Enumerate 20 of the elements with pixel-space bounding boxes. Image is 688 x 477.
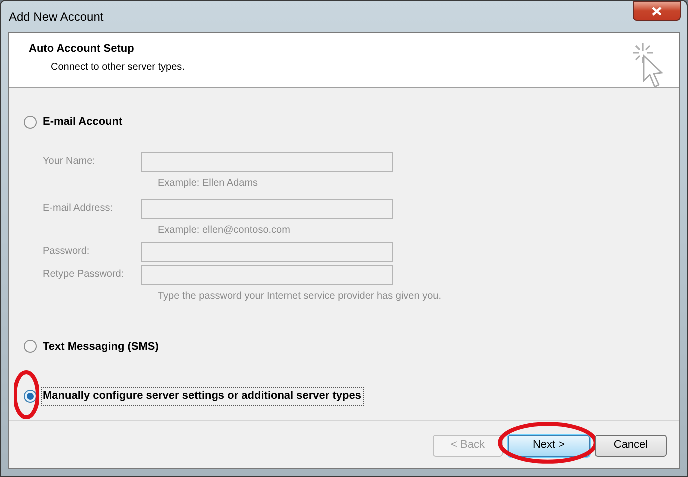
option-label[interactable]: Manually configure server settings or additional server types [41, 387, 364, 406]
field-label: E-mail Address: [43, 202, 114, 216]
field-label: Retype Password: [43, 268, 126, 282]
radio-button[interactable] [24, 390, 37, 403]
field-label: Password: [43, 245, 91, 259]
dialog-button[interactable]: Next > [508, 434, 590, 457]
dialog-button[interactable]: Cancel [595, 434, 667, 457]
radio-button[interactable] [24, 116, 37, 129]
header-title: Auto Account Setup [29, 42, 136, 57]
field-hint: Example: Ellen Adams [158, 176, 260, 190]
field-label: Your Name: [43, 155, 96, 169]
radio-button[interactable] [24, 340, 37, 354]
option-label[interactable]: Text Messaging (SMS) [41, 338, 161, 356]
field-hint: Example: ellen@contoso.com [158, 224, 292, 238]
option-label[interactable]: E-mail Account [41, 113, 125, 132]
header-subtitle: Connect to other server types. [51, 60, 185, 74]
close-button[interactable] [633, 1, 681, 21]
field-hint: Type the password your Internet service provider has given you. [158, 290, 442, 304]
close-icon [652, 6, 662, 16]
window-title: Add New Account [9, 8, 104, 26]
